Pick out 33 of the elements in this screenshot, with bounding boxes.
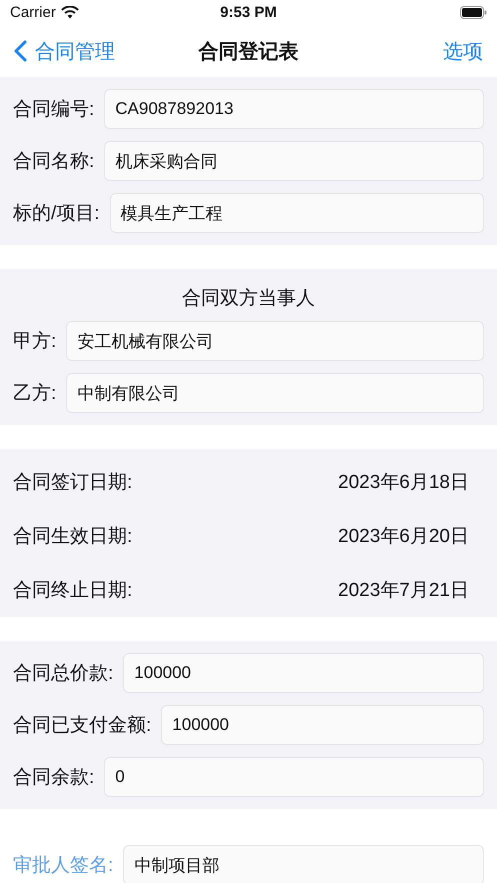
chevron-left-icon	[14, 40, 27, 62]
options-button[interactable]: 选项	[443, 38, 483, 64]
field-label: 合同生效日期:	[13, 525, 132, 549]
input-field[interactable]: 100000	[161, 705, 484, 745]
date-value[interactable]: 2023年6月18日	[338, 469, 469, 495]
input-field[interactable]: CA9087892013	[104, 89, 484, 129]
page-title: 合同登记表	[198, 40, 298, 62]
back-button[interactable]: 合同管理	[14, 38, 115, 64]
date-value[interactable]: 2023年6月20日	[338, 523, 469, 549]
field-label: 标的/项目:	[13, 202, 100, 226]
field-label: 乙方:	[13, 382, 56, 406]
carrier-label: Carrier	[10, 4, 56, 21]
field-label: 甲方:	[13, 330, 56, 354]
field-label: 合同已支付金额:	[13, 714, 152, 738]
signature-field[interactable]: 中制项目部	[123, 845, 484, 883]
input-field[interactable]: 机床采购合同	[104, 141, 484, 181]
field-label: 合同编号:	[13, 98, 94, 122]
input-field[interactable]: 安工机械有限公司	[66, 321, 484, 361]
field-label: 合同名称:	[13, 150, 94, 174]
field-label: 合同总价款:	[13, 662, 114, 686]
section-heading: 合同双方当事人	[181, 287, 316, 311]
input-field[interactable]: 中制有限公司	[66, 373, 484, 413]
input-field[interactable]: 100000	[123, 653, 484, 693]
input-field[interactable]: 0	[104, 757, 484, 797]
input-field[interactable]: 模具生产工程	[110, 193, 484, 233]
field-label: 合同余款:	[13, 766, 94, 790]
date-value[interactable]: 2023年7月21日	[338, 577, 469, 603]
field-label: 合同终止日期:	[13, 579, 132, 603]
signature-label: 审批人签名:	[13, 854, 114, 878]
field-label: 合同签订日期:	[13, 471, 132, 495]
status-time: 9:53 PM	[220, 4, 277, 21]
battery-icon	[460, 6, 487, 19]
wifi-icon	[60, 6, 79, 19]
